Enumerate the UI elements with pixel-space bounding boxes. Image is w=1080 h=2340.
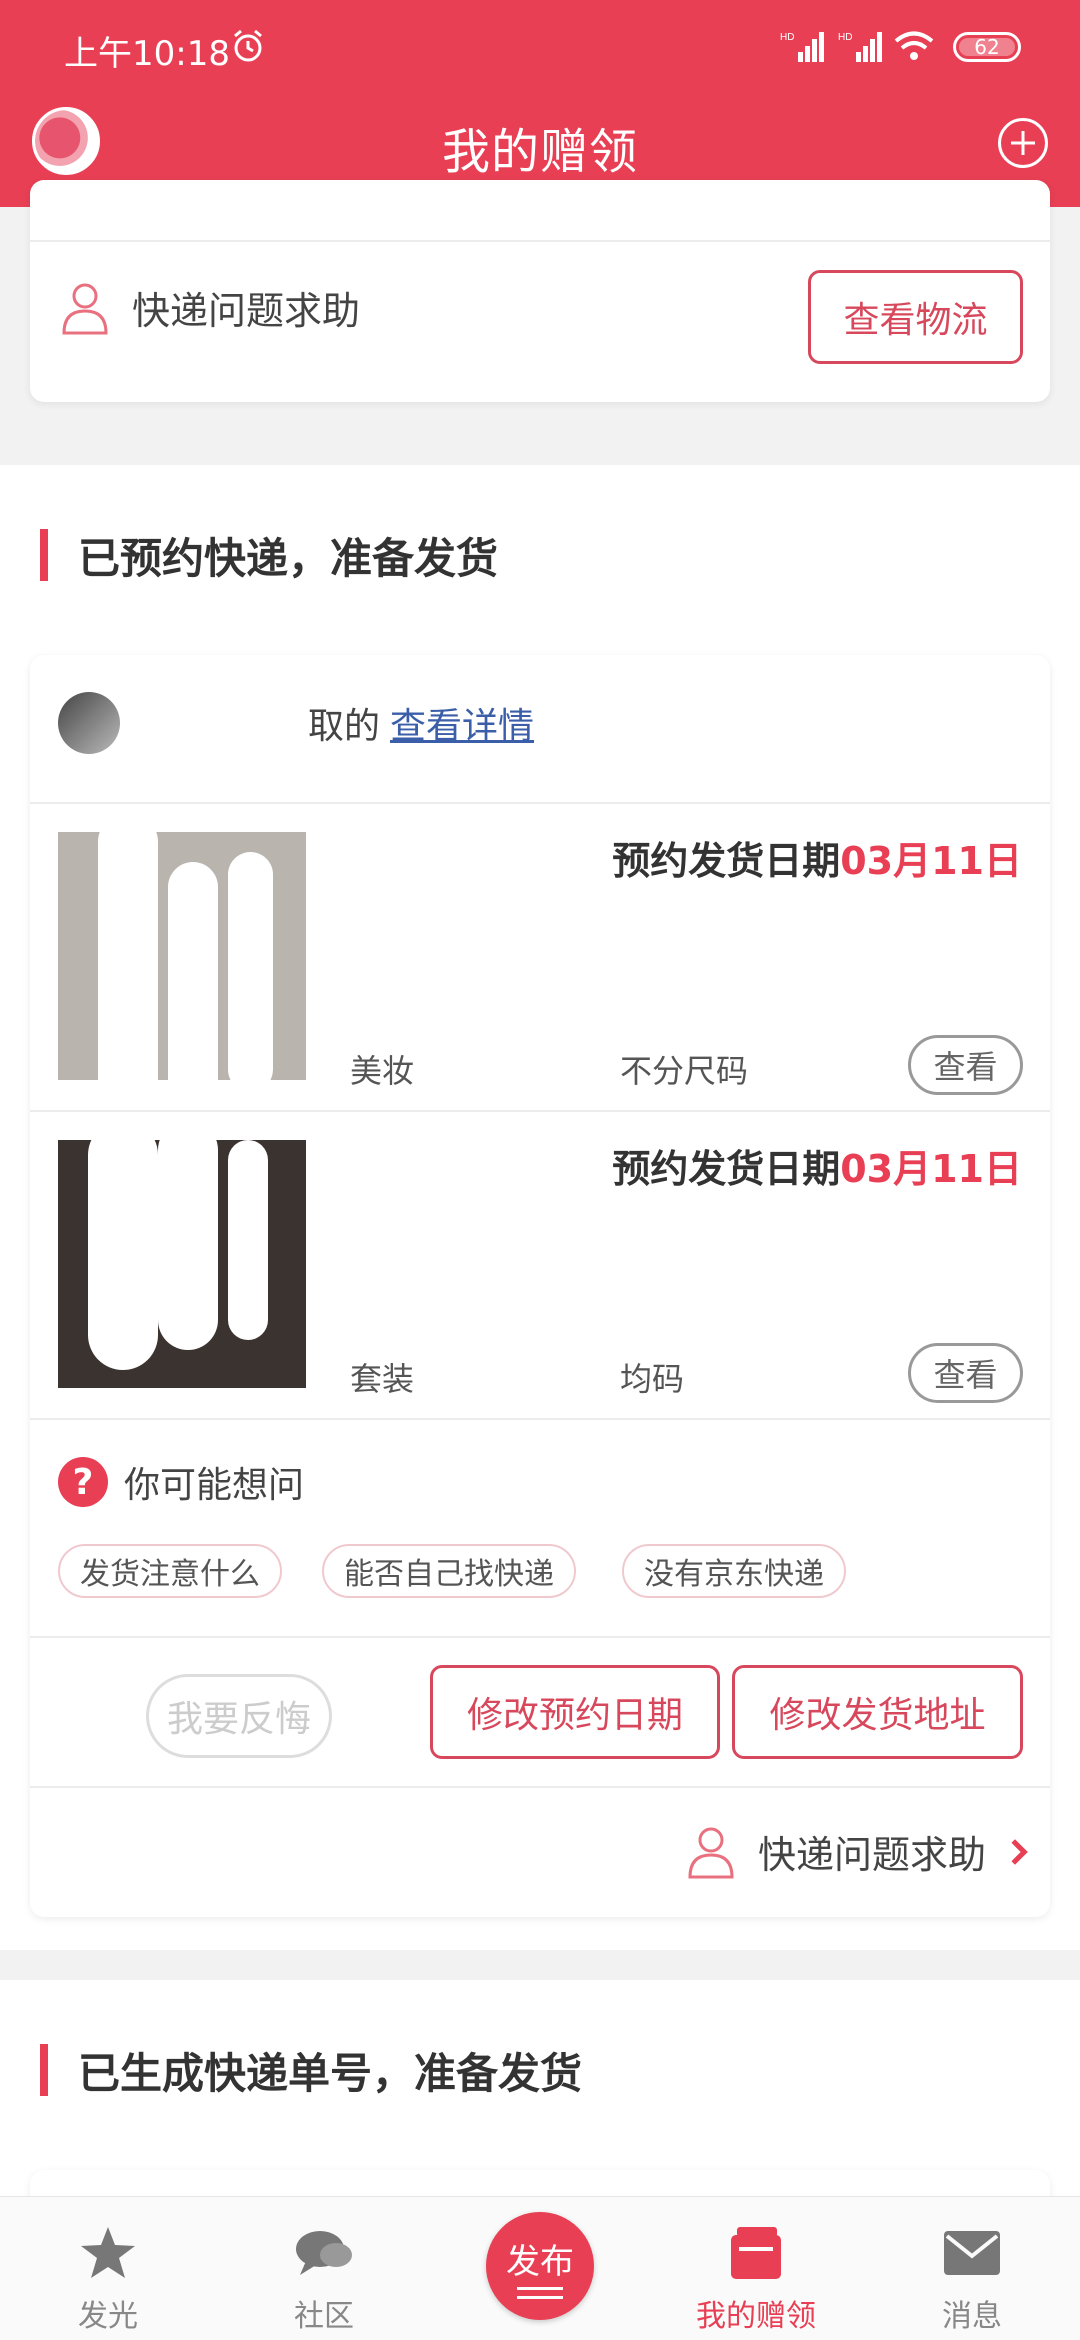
wallet-icon [731, 2227, 781, 2279]
person-icon [62, 283, 108, 334]
page-title: 我的赠领 [441, 124, 638, 180]
section-title-reserved: 已预约快递，准备发货 [40, 525, 498, 586]
card-divider [30, 240, 1050, 242]
view-logistics-button[interactable]: 查看物流 [808, 270, 1023, 364]
mail-icon [944, 2231, 1000, 2275]
signal-icon: HD [780, 32, 824, 62]
divider [30, 1418, 1050, 1420]
regret-button[interactable]: 我要反悔 [146, 1674, 332, 1758]
faq-header: ? 你可能想问 [58, 1456, 304, 1508]
item-category: 美妆 [350, 1052, 415, 1090]
alarm-icon [234, 29, 262, 62]
nav-label: 我的赠领 [696, 2299, 816, 2334]
menu-lines-icon [517, 2286, 563, 2299]
change-address-button[interactable]: 修改发货地址 [732, 1665, 1023, 1759]
giver-name-redacted [128, 703, 308, 743]
svg-text:HD: HD [780, 32, 794, 43]
nav-item-community[interactable]: 社区 [216, 2197, 432, 2340]
change-date-button[interactable]: 修改预约日期 [430, 1665, 720, 1759]
svg-text:HD: HD [838, 32, 852, 43]
faq-chip[interactable]: 发货注意什么 [58, 1544, 282, 1598]
divider [30, 1786, 1050, 1788]
divider [30, 802, 1050, 804]
express-help-link[interactable]: 快递问题求助 [686, 1824, 1028, 1879]
publish-button[interactable]: 发布 [486, 2212, 594, 2320]
status-bar: 上午10:18 HD HD 62 [0, 0, 1080, 96]
giver-avatar [58, 692, 120, 754]
star-icon [81, 2227, 135, 2278]
divider [30, 1636, 1050, 1638]
wifi-icon [894, 31, 934, 60]
nav-label: 消息 [942, 2299, 1002, 2334]
faq-chip[interactable]: 能否自己找快递 [322, 1544, 576, 1598]
express-help-row[interactable]: 快递问题求助 [60, 280, 360, 335]
add-icon[interactable] [998, 118, 1048, 168]
help-text: 快递问题求助 [132, 289, 361, 333]
faq-title: 你可能想问 [124, 1465, 305, 1506]
view-detail-link[interactable]: 查看详情 [390, 697, 534, 749]
giver-row: 取的 查看详情 [58, 692, 534, 754]
faq-chip[interactable]: 没有京东快递 [622, 1544, 846, 1598]
nav-item-my-gifts[interactable]: 我的赠领 [648, 2197, 864, 2340]
help-text: 快递问题求助 [757, 1833, 986, 1877]
divider [30, 1110, 1050, 1112]
nav-item-messages[interactable]: 消息 [864, 2197, 1080, 2340]
status-time: 上午10:18 [64, 34, 230, 74]
nav-label: 发光 [78, 2299, 138, 2334]
item-size: 均码 [620, 1360, 685, 1398]
chat-icon [296, 2231, 352, 2275]
item-image[interactable] [58, 832, 306, 1080]
top-app-bar: 上午10:18 HD HD 62 我的赠领 [0, 0, 1080, 207]
item-category: 套装 [350, 1360, 415, 1398]
nav-item-faguang[interactable]: 发光 [0, 2197, 216, 2340]
person-icon [688, 1827, 734, 1878]
signal-icon-2: HD [838, 32, 882, 62]
section-title-tracking: 已生成快递单号，准备发货 [40, 2040, 582, 2101]
chevron-right-icon [1002, 1838, 1028, 1865]
view-item-button[interactable]: 查看 [908, 1035, 1023, 1095]
nav-label: 社区 [294, 2299, 354, 2334]
battery-icon: 62 [953, 32, 1021, 62]
giver-text: 取的 [308, 706, 381, 747]
ship-date: 预约发货日期03月11日 [612, 1147, 1022, 1191]
item-image[interactable] [58, 1140, 306, 1388]
question-icon: ? [58, 1457, 108, 1507]
view-item-button[interactable]: 查看 [908, 1343, 1023, 1403]
item-size: 不分尺码 [620, 1052, 749, 1090]
ship-date: 预约发货日期03月11日 [612, 839, 1022, 883]
publish-label: 发布 [506, 2241, 574, 2282]
